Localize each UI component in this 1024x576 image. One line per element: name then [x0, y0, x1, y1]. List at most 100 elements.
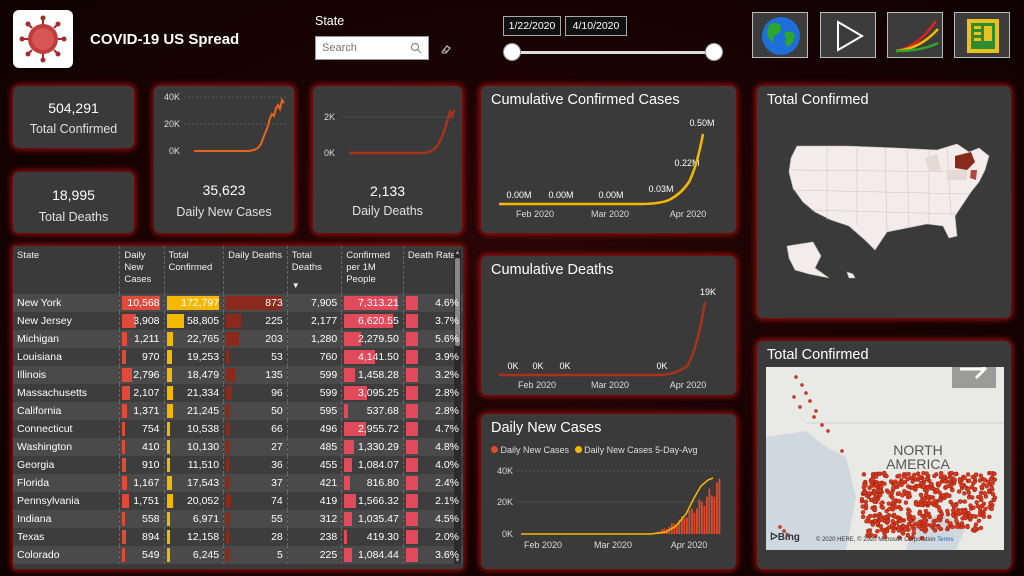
map-next-button[interactable]	[952, 367, 996, 388]
case-bubble	[978, 490, 984, 496]
col-header-total-confirmed[interactable]: Total Confirmed	[163, 246, 224, 294]
hawaii	[846, 271, 856, 279]
cell-value: 3.6%	[435, 549, 459, 561]
value-cell: 50	[223, 402, 288, 420]
america-label: AMERICA	[886, 456, 950, 472]
table-row[interactable]: Georgia 910 11,510 36 455 1,084.07 4.0%	[13, 456, 463, 474]
state-name: Illinois	[17, 369, 47, 381]
state-cell: New York	[13, 294, 120, 312]
case-bubble	[903, 500, 909, 505]
case-bubble	[900, 529, 905, 534]
table-row[interactable]: Illinois 2,796 18,479 135 599 1,458.28 3.2%	[13, 366, 463, 384]
state-search-box[interactable]	[315, 36, 429, 60]
case-bubble	[981, 514, 987, 519]
trend-chart-button[interactable]	[887, 12, 943, 58]
play-icon	[837, 20, 864, 52]
cc-label-0: 0.00M	[506, 190, 531, 200]
cell-value: 1,458.28	[357, 369, 399, 381]
case-bubble	[885, 519, 891, 524]
col-header-state[interactable]: State	[13, 246, 120, 294]
case-bubble	[988, 500, 993, 506]
value-cell: 2,177	[286, 312, 342, 330]
case-bubble	[808, 399, 812, 403]
value-cell: 7,905	[286, 294, 342, 312]
data-bar	[405, 494, 418, 508]
report-button[interactable]	[954, 12, 1010, 58]
table-row[interactable]: Indiana 558 6,971 55 312 1,035.47 4.5%	[13, 510, 463, 528]
cd-x-tick-feb: Feb 2020	[518, 380, 556, 390]
table-row[interactable]: Michigan 1,211 22,765 203 1,280 2,279.50 5.6%	[13, 330, 463, 348]
bubble-map[interactable]: NORTH AMERICA ᐅBing © 2020 HERE, © 2020 …	[766, 367, 1004, 550]
state-cell: New Jersey	[13, 312, 120, 330]
table-row[interactable]: New Jersey 3,908 58,805 225 2,177 6,620.55 3.7…	[13, 312, 463, 330]
globe-button[interactable]	[752, 12, 808, 58]
cell-value: 910	[141, 459, 160, 471]
data-bar	[166, 440, 170, 454]
data-bar	[226, 422, 231, 436]
case-bubble	[888, 479, 894, 484]
cell-value: 36	[271, 459, 283, 471]
globe-icon	[762, 17, 800, 55]
case-bubble	[953, 503, 959, 508]
cell-value: 203	[265, 333, 283, 345]
table-row[interactable]: Washington 410 10,130 27 485 1,330.29 4.8%	[13, 438, 463, 456]
col-header-confirmed-per-1m[interactable]: Confirmed per 1M People	[341, 246, 404, 294]
case-bubble	[866, 515, 871, 520]
case-bubble	[908, 475, 914, 481]
table-row[interactable]: Massachusetts 2,107 21,334 96 599 3,095.25 2.8…	[13, 384, 463, 402]
case-bubble	[973, 472, 979, 478]
col-header-daily-new-cases[interactable]: Daily New Cases	[119, 246, 165, 294]
case-bubble	[962, 509, 968, 514]
table-row[interactable]: Pennsylvania 1,751 20,052 74 419 1,566.32 2.1%	[13, 492, 463, 510]
data-bar	[166, 332, 174, 346]
table-row[interactable]: Texas 894 12,158 28 238 419.30 2.0%	[13, 528, 463, 546]
terms-link[interactable]: Terms	[937, 537, 953, 543]
value-cell: 172,797	[163, 294, 224, 312]
table-row[interactable]: Connecticut 754 10,538 66 496 2,955.72 4.7%	[13, 420, 463, 438]
cc-x-tick-apr: Apr 2020	[670, 209, 707, 219]
table-row[interactable]: Florida 1,167 17,543 37 421 816.80 2.4%	[13, 474, 463, 492]
case-bubble	[867, 528, 873, 533]
value-cell: 419.30	[341, 528, 404, 546]
us-filled-map[interactable]	[757, 86, 1011, 318]
value-cell: 485	[286, 438, 342, 456]
date-slider-end-handle[interactable]	[705, 43, 723, 61]
data-bar	[122, 368, 133, 382]
case-bubble	[886, 490, 891, 495]
start-date-box[interactable]: 1/22/2020	[503, 16, 561, 36]
case-bubble	[896, 528, 901, 533]
eraser-icon[interactable]	[440, 42, 452, 60]
end-date-box[interactable]: 4/10/2020	[565, 16, 627, 36]
date-slider-start-handle[interactable]	[503, 43, 521, 61]
col-header-total-deaths-label: Total Deaths	[291, 250, 322, 273]
case-bubble	[879, 501, 884, 506]
case-bubble	[982, 491, 987, 496]
value-cell: 873	[223, 294, 288, 312]
case-bubble	[989, 506, 994, 512]
data-bar	[405, 350, 418, 364]
value-cell: 18,479	[163, 366, 224, 384]
table-row[interactable]: Colorado 549 6,245 5 225 1,084.44 3.6%	[13, 546, 463, 564]
data-bar	[226, 404, 230, 418]
col-header-total-deaths[interactable]: Total Deaths ▼	[286, 246, 342, 294]
case-bubble	[901, 474, 907, 479]
play-button[interactable]	[820, 12, 876, 58]
case-bubble	[871, 507, 877, 512]
scroll-up-arrow[interactable]: ▲	[454, 250, 461, 256]
data-bar	[166, 476, 172, 490]
case-bubble	[897, 518, 903, 524]
value-cell: 203	[223, 330, 288, 348]
data-bar	[166, 386, 173, 400]
search-icon	[410, 41, 422, 59]
value-cell: 21,245	[163, 402, 224, 420]
table-row[interactable]: Louisiana 970 19,253 53 760 4,141.50 3.9%	[13, 348, 463, 366]
case-bubble	[884, 473, 889, 479]
case-bubble	[977, 478, 983, 483]
sort-desc-icon: ▼	[291, 281, 300, 290]
cell-value: 58,805	[186, 315, 220, 327]
col-header-daily-deaths[interactable]: Daily Deaths	[223, 246, 288, 294]
table-row[interactable]: New York 10,568 172,797 873 7,905 7,313.21 4.6…	[13, 294, 463, 312]
table-row[interactable]: California 1,371 21,245 50 595 537.68 2.8%	[13, 402, 463, 420]
state-search-input[interactable]	[316, 37, 404, 59]
cc-x-tick-feb: Feb 2020	[516, 209, 554, 219]
